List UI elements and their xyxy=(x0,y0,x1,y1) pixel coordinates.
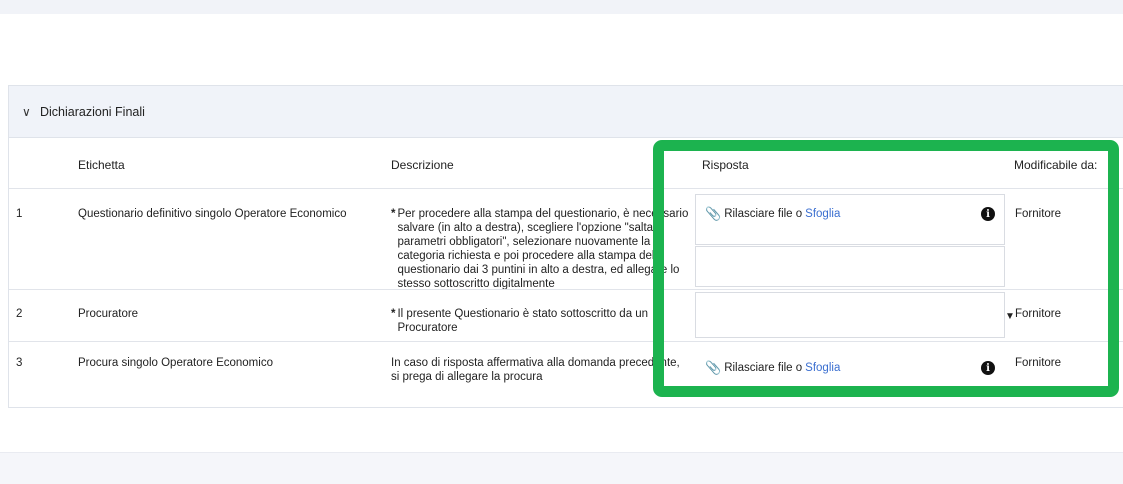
section-title: Dichiarazioni Finali xyxy=(40,104,145,119)
paperclip-icon: 📎 xyxy=(705,206,722,221)
row-editable-by: Fornitore xyxy=(1015,208,1062,220)
row-description: * Per procedere alla stampa del question… xyxy=(391,207,691,291)
procuratore-select[interactable] xyxy=(695,292,1005,338)
column-header-descrizione: Descrizione xyxy=(391,158,454,172)
section-header[interactable]: ∨ Dichiarazioni Finali xyxy=(9,86,1123,138)
info-icon[interactable]: i xyxy=(981,361,995,375)
top-bar xyxy=(0,0,1123,14)
divider xyxy=(9,188,1123,189)
response-text-field[interactable] xyxy=(695,246,1005,287)
required-marker: * xyxy=(391,208,396,220)
row-editable-by: Fornitore xyxy=(1015,357,1062,369)
chevron-down-icon[interactable]: ∨ xyxy=(22,105,36,119)
row-label: Procura singolo Operatore Economico xyxy=(78,357,273,369)
caret-down-icon[interactable]: ▼ xyxy=(1005,311,1015,322)
section-panel: ∨ Dichiarazioni Finali Etichetta Descriz… xyxy=(8,85,1123,408)
browse-link[interactable]: Sfoglia xyxy=(805,208,840,220)
column-header-modificabile: Modificabile da: xyxy=(1014,158,1098,172)
column-header-etichetta: Etichetta xyxy=(78,158,125,172)
row-description: In caso di risposta affermativa alla dom… xyxy=(391,357,680,383)
column-header-risposta: Risposta xyxy=(702,158,749,172)
attach-label: Rilasciare file o xyxy=(724,208,803,220)
row-number: 2 xyxy=(16,308,23,320)
browse-link[interactable]: Sfoglia xyxy=(805,362,840,374)
required-marker: * xyxy=(391,308,396,320)
description-text: Per procedere alla stampa del questionar… xyxy=(397,208,689,290)
bottom-bar xyxy=(0,452,1123,484)
row-number: 3 xyxy=(16,357,23,369)
row-number: 1 xyxy=(16,208,23,220)
row-label: Procuratore xyxy=(78,308,139,320)
file-attach[interactable]: 📎 Rilasciare file o Sfoglia xyxy=(705,360,840,376)
paperclip-icon: 📎 xyxy=(705,360,722,375)
row-description: * Il presente Questionario è stato sotto… xyxy=(391,307,691,335)
row-label: Questionario definitivo singolo Operator… xyxy=(78,208,347,220)
row-editable-by: Fornitore xyxy=(1015,308,1062,320)
divider xyxy=(9,289,1123,290)
attach-label: Rilasciare file o xyxy=(724,362,803,374)
file-attach: 📎 Rilasciare file o Sfoglia xyxy=(705,206,840,222)
divider xyxy=(9,341,1123,342)
info-icon[interactable]: i xyxy=(981,207,995,221)
description-text: Il presente Questionario è stato sottosc… xyxy=(397,308,649,334)
